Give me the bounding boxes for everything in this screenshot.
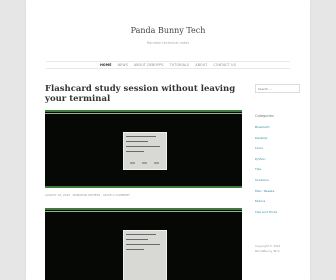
page-container: Panda Bunny Tech Random technical notes … (26, 0, 310, 280)
terminal-top-bar (45, 208, 242, 210)
category-link[interactable]: Tips and Tricks (255, 210, 277, 222)
categories-heading: Categories (255, 114, 274, 118)
nav-item-home[interactable]: HOME (100, 63, 112, 67)
terminal-menu-bar (45, 211, 242, 212)
site-tagline: Random technical notes (146, 41, 190, 45)
nav-item-about-debopps[interactable]: ABOUT DEBOPPS (134, 63, 164, 67)
dialog-line (126, 146, 160, 147)
nav-divider-bottom (46, 68, 290, 69)
category-link[interactable]: Bluetooth (255, 126, 277, 137)
flashcard-dialog (123, 230, 167, 280)
search-input[interactable] (255, 84, 300, 93)
copyright-line: PandaBunny Tech (255, 249, 280, 253)
flashcard-dialog (123, 132, 167, 170)
dialog-line (126, 136, 156, 137)
dialog-line (126, 141, 148, 142)
dialog-line (126, 244, 160, 245)
dialog-button (130, 162, 135, 164)
dialog-line (126, 239, 148, 240)
post-featured-image[interactable] (45, 110, 242, 188)
dialog-line (126, 249, 144, 250)
dialog-line (126, 234, 156, 235)
site-title[interactable]: Panda Bunny Tech (26, 26, 310, 35)
post-meta[interactable]: AUGUST 16, 2020 · MANOHAR MAHESH · LEAVE… (45, 193, 235, 197)
post-title[interactable]: Flashcard study session without leaving … (45, 84, 240, 104)
terminal-bottom-bar (45, 186, 242, 188)
copyright: Copyright © 2021 PandaBunny Tech (255, 244, 280, 254)
dialog-button (154, 162, 159, 164)
post-featured-image-2[interactable] (45, 208, 242, 280)
nav-item-contact[interactable]: CONTACT US (213, 63, 235, 67)
nav-item-news[interactable]: NEWS (118, 63, 128, 67)
terminal-top-bar (45, 110, 242, 112)
category-link[interactable]: Solutions (255, 179, 277, 190)
nav-item-about[interactable]: ABOUT (195, 63, 207, 67)
dialog-button (142, 162, 147, 164)
nav-item-tutorials[interactable]: TUTORIALS (170, 63, 190, 67)
main-nav: HOME NEWS ABOUT DEBOPPS TUTORIALS ABOUT … (46, 61, 290, 68)
dialog-line (126, 151, 144, 152)
categories-list: Bluetooth Desktop Linux Python Tips Solu… (255, 126, 277, 221)
terminal-menu-bar (45, 113, 242, 114)
